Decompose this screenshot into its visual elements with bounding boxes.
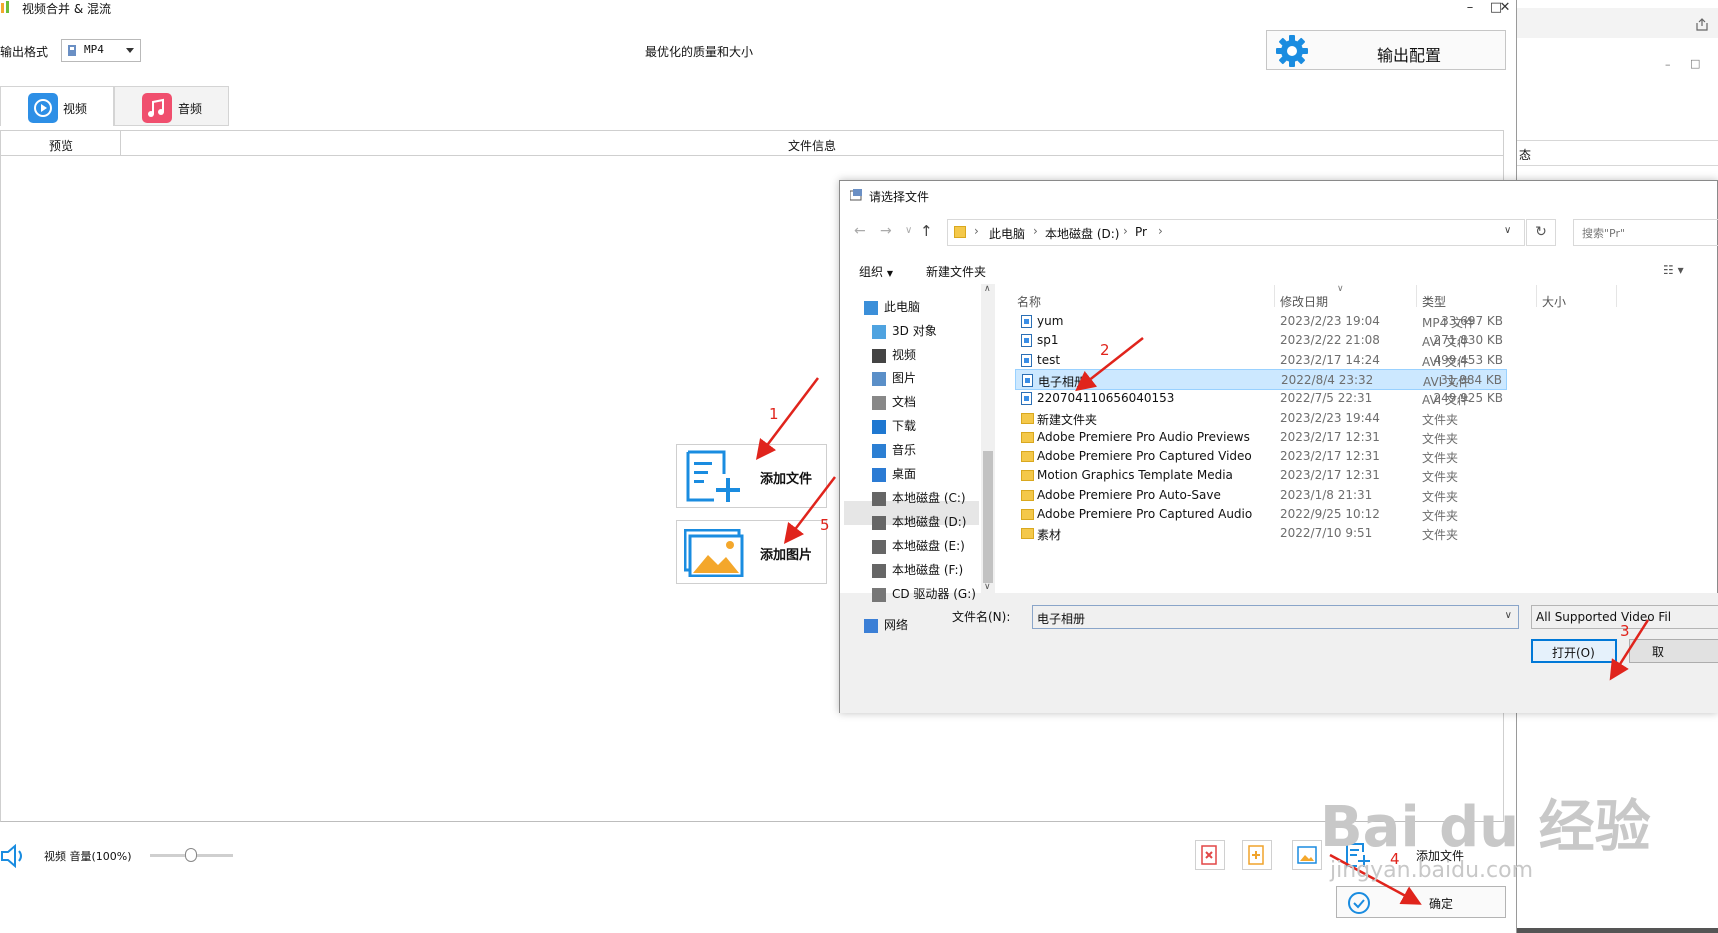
annotation-number-5: 5 (820, 516, 830, 534)
annotation-number-2: 2 (1100, 341, 1110, 359)
watermark-url: jingyan.baidu.com (1330, 858, 1534, 883)
annotation-arrow-2 (1075, 337, 1144, 392)
watermark-logo: Bai du 经验 (1320, 795, 1651, 860)
annotation-number-3: 3 (1620, 622, 1630, 640)
annotation-number-1: 1 (769, 405, 779, 423)
